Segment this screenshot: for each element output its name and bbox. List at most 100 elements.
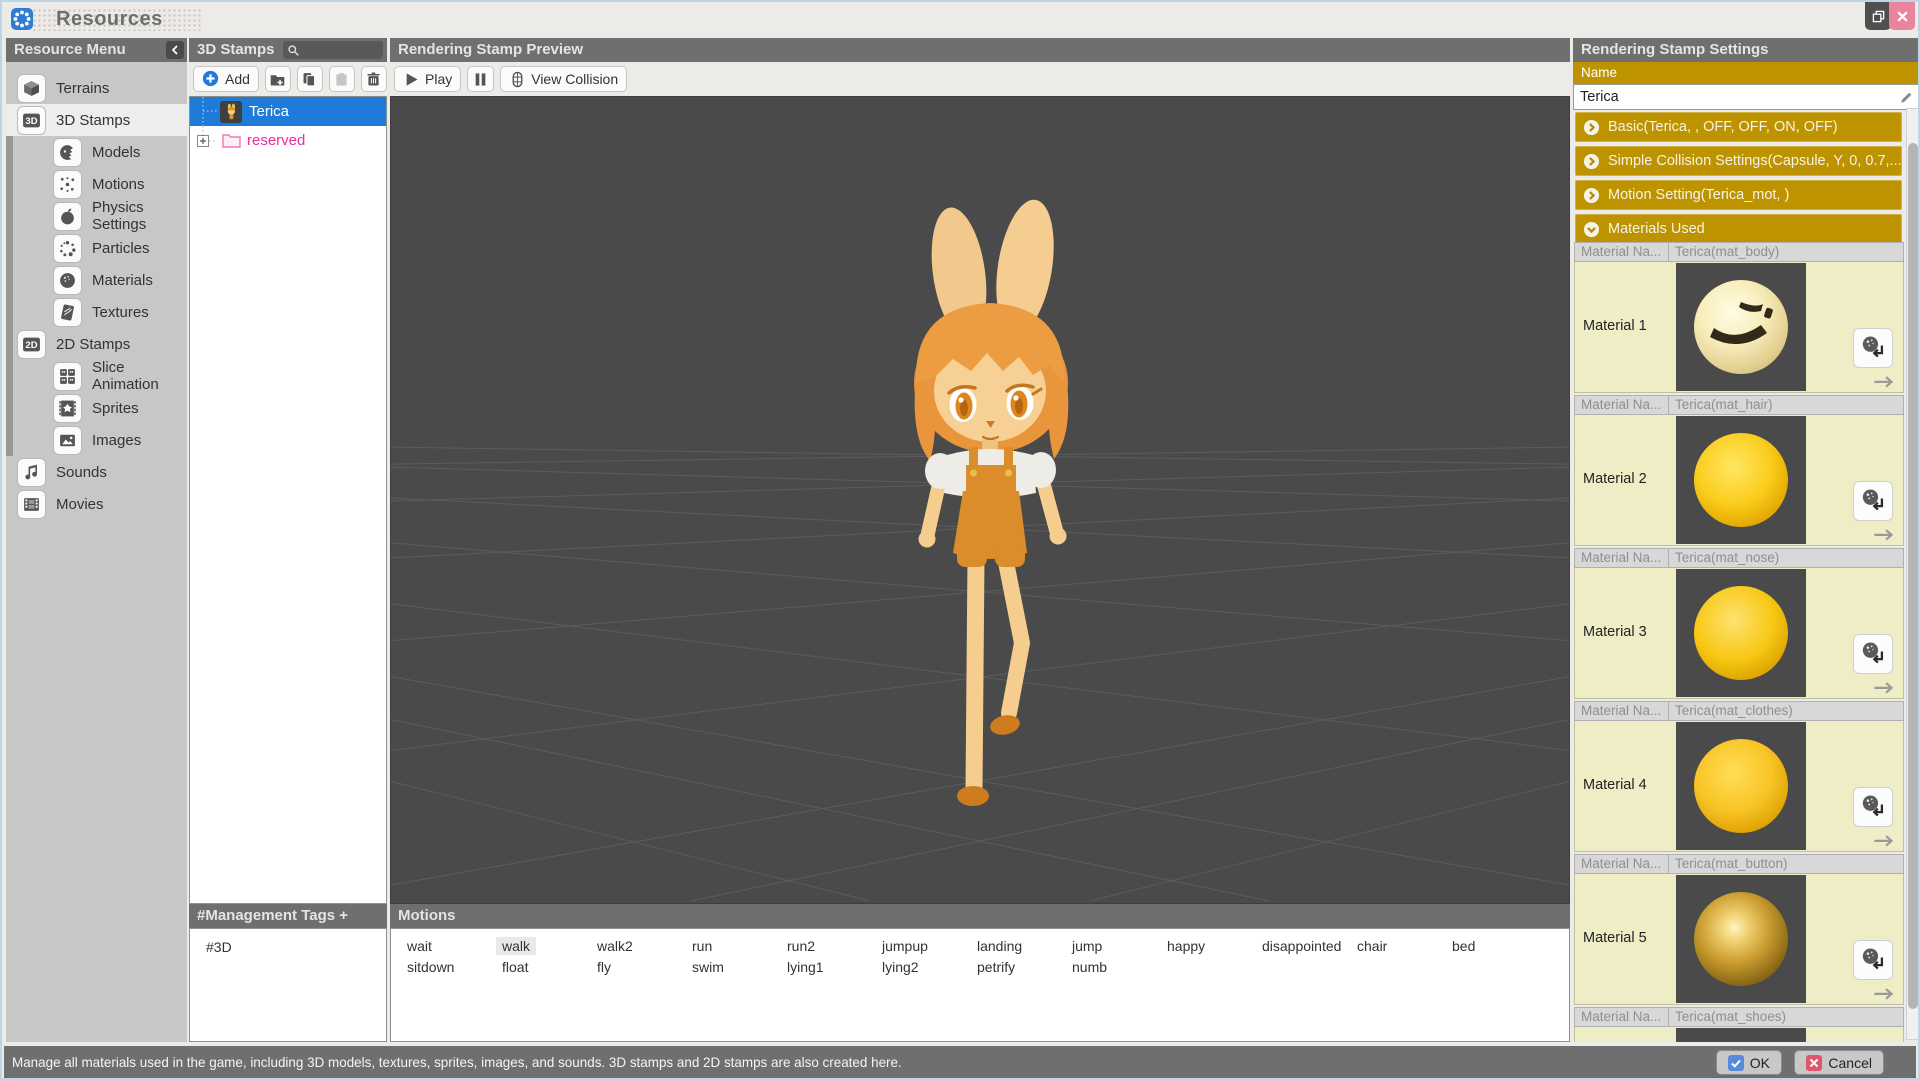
pause-icon bbox=[472, 71, 489, 88]
tree-item-reserved[interactable]: reserved bbox=[190, 126, 386, 155]
sidebar-item-2d-stamps[interactable]: 2D2D Stamps bbox=[6, 328, 187, 360]
motion-item-swim[interactable]: swim bbox=[686, 958, 730, 976]
material-label: Material 2 bbox=[1583, 471, 1647, 487]
add-icon bbox=[202, 70, 220, 88]
motion-item-landing[interactable]: landing bbox=[971, 937, 1028, 955]
sidebar-item-label: 2D Stamps bbox=[56, 336, 130, 353]
sidebar-item-slice-animation[interactable]: Slice Animation bbox=[6, 360, 187, 392]
sidebar-item-terrains[interactable]: Terrains bbox=[6, 72, 187, 104]
sidebar-item-models[interactable]: Models bbox=[6, 136, 187, 168]
window-title: Resources bbox=[56, 8, 163, 31]
close-window-button[interactable] bbox=[1889, 2, 1915, 30]
material-header-row: Material Na...Terica(mat_hair) bbox=[1574, 395, 1904, 415]
section-simple-collision-settings[interactable]: Simple Collision Settings(Capsule, Y, 0,… bbox=[1575, 146, 1902, 176]
motion-item-jump[interactable]: jump bbox=[1066, 937, 1108, 955]
material-row: Material 4 bbox=[1574, 721, 1904, 852]
cancel-button[interactable]: Cancel bbox=[1794, 1050, 1884, 1075]
sidebar-item-3d-stamps[interactable]: 3D3D Stamps bbox=[6, 104, 187, 136]
stamps-new-folder-button[interactable] bbox=[265, 66, 291, 92]
sidebar-item-particles[interactable]: Particles bbox=[6, 232, 187, 264]
sidebar-item-images[interactable]: Images bbox=[6, 424, 187, 456]
models-icon bbox=[54, 139, 81, 166]
material-assign-button[interactable] bbox=[1853, 787, 1893, 827]
motion-item-disappointed[interactable]: disappointed bbox=[1256, 937, 1347, 955]
collapse-sidebar-button[interactable] bbox=[166, 41, 184, 59]
stamp-name-input[interactable] bbox=[1574, 85, 1919, 109]
sidebar-item-physics-settings[interactable]: Physics Settings bbox=[6, 200, 187, 232]
motion-item-sitdown[interactable]: sitdown bbox=[401, 958, 460, 976]
arrow-right-icon[interactable] bbox=[1873, 528, 1895, 542]
ok-button[interactable]: OK bbox=[1716, 1050, 1782, 1075]
stamps-panel: 3D Stamps Add Terica reserved #Managemen… bbox=[189, 38, 387, 1042]
material-preview bbox=[1676, 875, 1806, 1003]
tags-notes-area[interactable]: #3D bbox=[189, 928, 387, 1042]
sidebar-item-label: Images bbox=[92, 432, 141, 449]
section-motion-setting[interactable]: Motion Setting(Terica_mot, ) bbox=[1575, 180, 1902, 210]
sidebar-item-label: Sounds bbox=[56, 464, 107, 481]
motion-item-happy[interactable]: happy bbox=[1161, 937, 1211, 955]
motion-item-numb[interactable]: numb bbox=[1066, 958, 1113, 976]
material-assign-button[interactable] bbox=[1853, 940, 1893, 980]
motion-item-fly[interactable]: fly bbox=[591, 958, 617, 976]
arrow-right-icon[interactable] bbox=[1873, 375, 1895, 389]
arrow-right-icon[interactable] bbox=[1873, 987, 1895, 1001]
restore-window-button[interactable] bbox=[1865, 2, 1891, 30]
stamps-copy-button[interactable] bbox=[297, 66, 323, 92]
section-basic[interactable]: Basic(Terica, , OFF, OFF, ON, OFF) bbox=[1575, 112, 1902, 142]
preview-view-collision-button[interactable]: View Collision bbox=[500, 66, 627, 92]
material-name-value: Terica(mat_nose) bbox=[1669, 549, 1903, 567]
motions-grid: wait walk walk2 run run2 jumpup landing jump hap… bbox=[401, 937, 1569, 976]
material-sphere-button bbox=[1694, 892, 1788, 986]
motion-item-walk[interactable]: walk bbox=[496, 937, 536, 955]
stamps-trash-button[interactable] bbox=[361, 66, 387, 92]
tree-item-terica[interactable]: Terica bbox=[190, 97, 386, 126]
chevron-down-circle-icon bbox=[1583, 221, 1600, 238]
motion-item-wait[interactable]: wait bbox=[401, 937, 438, 955]
copy-icon bbox=[301, 71, 318, 88]
motion-item-petrify[interactable]: petrify bbox=[971, 958, 1021, 976]
stamps-add-button[interactable]: Add bbox=[193, 66, 259, 92]
sidebar-item-motions[interactable]: Motions bbox=[6, 168, 187, 200]
sidebar-item-sprites[interactable]: Sprites bbox=[6, 392, 187, 424]
preview-play-button[interactable]: Play bbox=[394, 66, 461, 92]
material-label: Material 3 bbox=[1583, 624, 1647, 640]
motion-item-run[interactable]: run bbox=[686, 937, 718, 955]
preview-toolbar: Play View Collision bbox=[390, 62, 1570, 96]
titlebar: Resources bbox=[2, 2, 1918, 36]
motion-item-chair[interactable]: chair bbox=[1351, 937, 1393, 955]
sounds-icon bbox=[18, 459, 45, 486]
sidebar-item-movies[interactable]: Movies bbox=[6, 488, 187, 520]
motion-item-lying2[interactable]: lying2 bbox=[876, 958, 925, 976]
motion-item-jumpup[interactable]: jumpup bbox=[876, 937, 934, 955]
scrollbar-thumb[interactable] bbox=[1908, 143, 1918, 1009]
settings-scrollbar[interactable] bbox=[1906, 108, 1920, 1040]
sidebar-item-materials[interactable]: Materials bbox=[6, 264, 187, 296]
stamps-search-input[interactable] bbox=[283, 41, 383, 59]
chevron-right-circle-icon bbox=[1583, 119, 1600, 136]
preview-pause-button[interactable] bbox=[467, 66, 494, 92]
motion-item-float[interactable]: float bbox=[496, 958, 534, 976]
material-assign-button[interactable] bbox=[1853, 481, 1893, 521]
settings-panel-title: Rendering Stamp Settings bbox=[1581, 41, 1769, 58]
edit-pencil-icon[interactable] bbox=[1899, 90, 1914, 105]
stamps-paste-button[interactable] bbox=[329, 66, 355, 92]
material-assign-button[interactable] bbox=[1853, 328, 1893, 368]
motion-item-run2[interactable]: run2 bbox=[781, 937, 821, 955]
stamps-tree: Terica reserved bbox=[189, 96, 387, 904]
arrow-right-icon[interactable] bbox=[1873, 834, 1895, 848]
motion-item-bed[interactable]: bed bbox=[1446, 937, 1481, 955]
search-icon bbox=[287, 44, 300, 57]
motion-item-lying1[interactable]: lying1 bbox=[781, 958, 830, 976]
stamps-panel-header: 3D Stamps bbox=[189, 38, 387, 62]
material-name-column-header: Material Na... bbox=[1575, 702, 1669, 720]
motion-item-walk2[interactable]: walk2 bbox=[591, 937, 639, 955]
arrow-right-icon[interactable] bbox=[1873, 681, 1895, 695]
sprites-icon bbox=[54, 395, 81, 422]
material-label: Material 4 bbox=[1583, 777, 1647, 793]
sidebar-item-sounds[interactable]: Sounds bbox=[6, 456, 187, 488]
sidebar-item-textures[interactable]: Textures bbox=[6, 296, 187, 328]
material-assign-button[interactable] bbox=[1853, 634, 1893, 674]
section-materials-used[interactable]: Materials Used bbox=[1575, 214, 1902, 244]
preview-3d-viewport[interactable] bbox=[390, 96, 1570, 904]
material-name-value: Terica(mat_shoes) bbox=[1669, 1008, 1903, 1026]
